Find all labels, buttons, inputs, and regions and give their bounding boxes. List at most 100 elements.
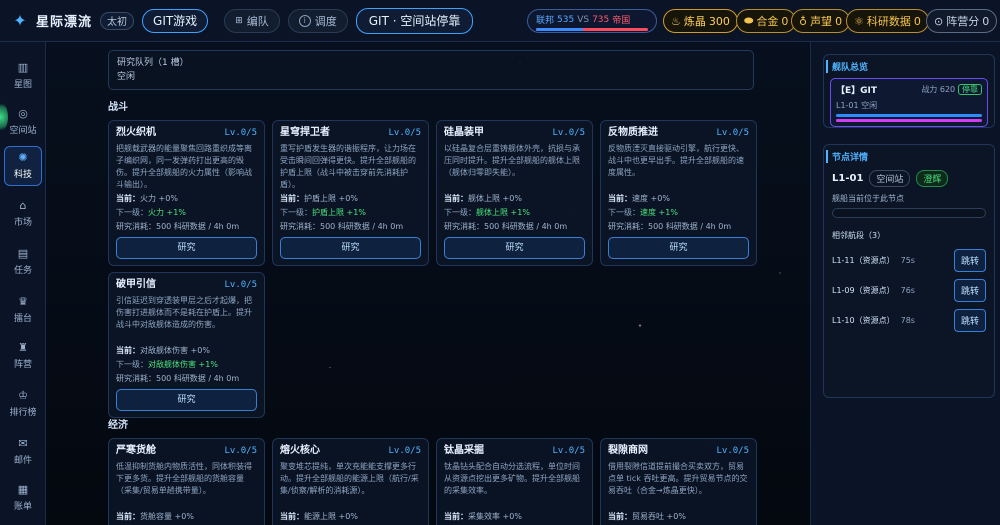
tech-icon: ✺ [18, 151, 28, 164]
node-progress-bar [832, 208, 986, 218]
node-type-chip: 空间站 [869, 170, 911, 187]
cost-label: 研究消耗： [116, 222, 156, 231]
research-button[interactable]: 研究 [444, 237, 585, 259]
route-row: L1-09（资源点） 76s 跳转 [824, 275, 994, 305]
route-row: L1-11（资源点） 75s 跳转 [824, 245, 994, 275]
tech-next-stat: 下一级：速度 +1% [608, 207, 749, 219]
tech-card: 星穹捍卫者 Lv.0/5 重写护盾发生器的谐振程序，让力场在受击瞬间回弹得更快。… [272, 120, 429, 266]
tech-level: Lv.0/5 [716, 128, 749, 138]
research-button[interactable]: 研究 [608, 237, 749, 259]
fleet-name: 【E】GIT [836, 86, 878, 96]
jump-button[interactable]: 跳转 [953, 248, 986, 272]
current-label: 当前： [608, 194, 632, 203]
sidebar-item-tech[interactable]: ✺ 科技 [4, 146, 42, 186]
sidebar-item-market[interactable]: ⌂ 市场 [4, 194, 42, 234]
current-value: 对敌舰体伤害 +0% [140, 346, 210, 355]
current-label: 当前： [280, 194, 304, 203]
fleet-bar-blue [836, 114, 982, 117]
resource-label: 声望 [810, 15, 833, 28]
cost-value: 500 科研数据 / 4h 0m [156, 374, 240, 383]
alloy-icon: ⬬ [744, 14, 754, 27]
tech-name: 烈火织机 [116, 127, 156, 138]
dispatch-nav-label: 调度 [314, 14, 337, 28]
current-value: 速度 +0% [632, 194, 670, 203]
left-faction-name: 联邦 [536, 16, 555, 26]
sidebar-item-arena[interactable]: ♛ 擂台 [4, 290, 42, 330]
fleet-status-tag: 停靠 [958, 84, 982, 95]
current-value: 舰体上限 +0% [468, 194, 522, 203]
tech-level: Lv.0/5 [716, 446, 749, 456]
fleet-nav-label: 编队 [246, 14, 269, 28]
resource-faction-score[interactable]: ⊙ 阵营分 0 [926, 9, 998, 33]
dispatch-nav-button[interactable]: i 调度 [287, 8, 348, 33]
resource-crystal[interactable]: ♨ 炼晶 300 [663, 9, 738, 33]
current-value: 贸易吞吐 +0% [632, 512, 686, 521]
sidebar-item-faction[interactable]: ♜ 阵营 [4, 336, 42, 376]
tech-next-stat: 下一级：火力 +1% [116, 207, 257, 219]
tech-level: Lv.0/5 [224, 280, 257, 290]
research-icon: ⚛ [854, 14, 864, 28]
research-button[interactable]: 研究 [280, 237, 421, 259]
tech-next-stat: 下一级：舰体上限 +1% [444, 207, 585, 219]
tech-description: 聚变堆芯提纯，单次充能能支撑更多行动。提升全部舰船的能源上限（航行/采集/侦察/… [280, 462, 419, 495]
tech-current-stat: 当前：护盾上限 +0% [280, 193, 421, 205]
resource-alloy[interactable]: ⬬ 合金 0 [736, 9, 797, 33]
fleet-overview-title: 舰队总览 [824, 55, 994, 78]
resource-research-data[interactable]: ⚛ 科研数据 0 [846, 9, 929, 33]
tech-name: 反物质推进 [608, 127, 658, 138]
sidebar-item-tasks[interactable]: ▤ 任务 [4, 242, 42, 282]
tech-name: 严寒货舱 [116, 445, 156, 456]
versus-bar [536, 28, 648, 31]
fleet-power: 战力 620 [921, 85, 956, 94]
crystal-icon: ♨ [671, 14, 681, 28]
station-dock-button[interactable]: GIT · 空间站停靠 [355, 7, 474, 34]
faction-versus-meter: 联邦 535 VS 735 帝国 [527, 9, 657, 33]
sidebar-item-bill[interactable]: ▦ 账单 [4, 478, 42, 518]
sidebar-item-station[interactable]: ◎ 空间站 [4, 102, 42, 142]
node-detail-panel: 节点详情 L1-01 空间站 澄辉 舰船当前位于此节点 相邻航段（3） L1-1… [823, 144, 995, 398]
tech-level: Lv.0/5 [552, 446, 585, 456]
sidebar-item-leaderboard[interactable]: ♔ 排行榜 [4, 384, 42, 424]
current-label: 当前： [116, 194, 140, 203]
cost-label: 研究消耗： [280, 222, 320, 231]
cost-value: 500 科研数据 / 4h 0m [648, 222, 732, 231]
jump-button[interactable]: 跳转 [953, 308, 986, 332]
node-detail-title: 节点详情 [824, 145, 994, 168]
next-label: 下一级： [116, 360, 148, 369]
sidebar-item-label: 账单 [13, 502, 32, 512]
sidebar-item-mail[interactable]: ✉ 邮件 [4, 432, 42, 472]
tech-description: 反物质湮灭直接驱动引擎，航行更快、战斗中也更早出手。提升全部舰船的速度属性。 [608, 144, 744, 177]
rank-badge: 太初 [100, 11, 135, 30]
tech-cost: 研究消耗：500 科研数据 / 4h 0m [116, 373, 257, 385]
resource-label: 炼晶 [683, 15, 706, 28]
research-button[interactable]: 研究 [116, 237, 257, 259]
resource-value: 0 [781, 14, 789, 28]
tech-next-stat: 下一级：护盾上限 +1% [280, 207, 421, 219]
sidebar-item-starmap[interactable]: ▥ 星图 [4, 56, 42, 96]
station-icon: ◎ [18, 107, 28, 120]
jump-button[interactable]: 跳转 [953, 278, 986, 302]
tech-level: Lv.0/5 [388, 128, 421, 138]
sidebar-item-label: 阵营 [13, 360, 32, 370]
node-note: 舰船当前位于此节点 [832, 194, 904, 203]
resource-prestige[interactable]: ♁ 声望 0 [791, 9, 851, 33]
cost-label: 研究消耗： [116, 374, 156, 383]
tech-name: 熔火核心 [280, 445, 320, 456]
sidebar-item-label: 擂台 [13, 314, 32, 324]
current-value: 能源上限 +0% [304, 512, 358, 521]
tech-card: 熔火核心 Lv.0/5 聚变堆芯提纯，单次充能能支撑更多行动。提升全部舰船的能源… [272, 438, 429, 525]
tech-card: 裂隙商网 Lv.0/5 借用裂隙信道提前撮合买卖双方，贸易点单 tick 吞吐更… [600, 438, 757, 525]
market-icon: ⌂ [19, 199, 27, 212]
fleet-card[interactable]: 【E】GIT 战力 620 停靠 L1-01 空闲 [830, 78, 988, 127]
fleet-nav-button[interactable]: ⊞ 编队 [224, 8, 280, 33]
sidebar-item-label: 任务 [13, 266, 32, 276]
tech-cost: 研究消耗：500 科研数据 / 4h 0m [280, 221, 421, 233]
research-button[interactable]: 研究 [116, 389, 257, 411]
versus-bar-fill [536, 28, 584, 31]
research-queue-title: 研究队列（1 槽） [117, 58, 189, 68]
next-value: 护盾上限 +1% [312, 208, 366, 217]
route-time: 75s [900, 255, 915, 265]
mode-button[interactable]: GIT游戏 [142, 8, 209, 33]
tech-name: 钛晶采掘 [444, 445, 484, 456]
cost-value: 500 科研数据 / 4h 0m [484, 222, 568, 231]
